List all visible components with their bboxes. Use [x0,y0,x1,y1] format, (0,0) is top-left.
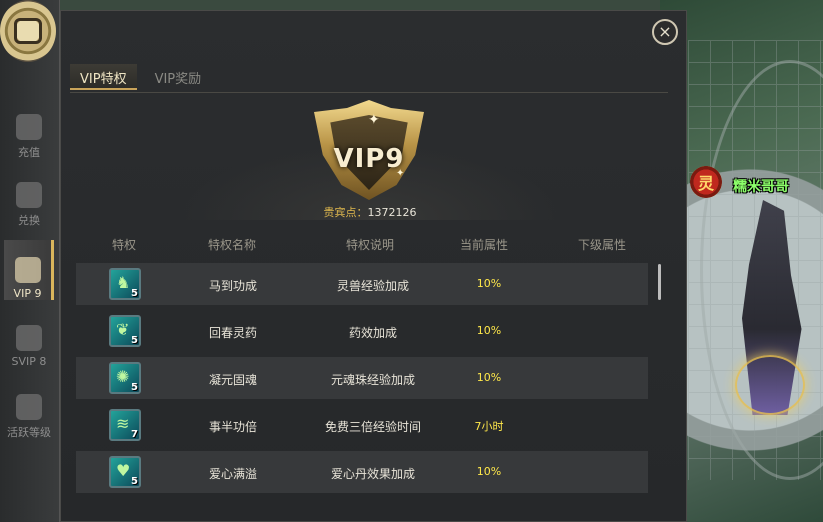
herb-icon[interactable]: ❦ 5 [109,315,141,347]
player-name: 糯米哥哥 [733,179,789,195]
left-nav-bar: 充值 兑换 VIP 9 SVIP 8 活跃等级 [0,0,60,522]
tab-divider [70,92,668,93]
nav-item-vip[interactable]: VIP 9 [4,240,54,300]
tab-vip-rewards[interactable]: VIP奖励 [145,64,212,90]
nav-item-svip[interactable]: SVIP 8 [4,308,54,368]
privilege-desc: 爱心丹效果加成 [330,467,415,481]
nav-label: 充值 [18,146,40,159]
privilege-desc: 药效加成 [348,326,397,340]
privilege-current: 10% [476,324,502,337]
table-row[interactable]: ✺ 5 凝元固魂 元魂珠经验加成 10% [76,357,648,399]
nav-label: VIP 9 [13,287,42,300]
horse-icon[interactable]: ♞ 5 [109,268,141,300]
menu-logo-icon[interactable] [0,0,56,62]
table-header: 特权 特权名称 特权说明 当前属性 下级属性 [76,234,648,254]
privilege-name: 爱心满溢 [208,467,257,481]
tab-bar: VIP特权 VIP奖励 [70,64,211,92]
svip-badge-icon [16,325,42,351]
heart-potion-icon[interactable]: ♥ 5 [109,456,141,488]
sparkle-icon: ✦ [368,112,380,128]
player-title-badge: 灵 [690,166,722,198]
nav-item-activity-level[interactable]: 活跃等级 [4,380,54,440]
privilege-current: 10% [476,465,502,478]
vip-points-value: 1372126 [367,206,417,219]
tab-vip-privileges[interactable]: VIP特权 [70,64,137,90]
wind-icon[interactable]: ≋ 7 [109,409,141,441]
header-next: 下级属性 [578,238,627,252]
table-scrollbar[interactable] [658,264,661,300]
table-row[interactable]: ≋ 7 事半功倍 免费三倍经验时间 7小时 [76,404,648,446]
vip-shield-icon [14,257,41,283]
exchange-icon [16,182,42,208]
privilege-name: 凝元固魂 [208,373,257,387]
nav-label: 活跃等级 [7,426,51,439]
table-row[interactable]: ❦ 5 回春灵药 药效加成 10% [76,310,648,352]
nav-label: SVIP 8 [11,355,47,368]
table-row[interactable]: ♞ 5 马到功成 灵兽经验加成 10% [76,263,648,305]
header-name: 特权名称 [208,238,257,252]
ingot-icon [16,114,42,140]
privilege-name: 事半功倍 [208,420,257,434]
privilege-name: 回春灵药 [208,326,257,340]
privilege-current: 10% [476,371,502,384]
privilege-current: 10% [476,277,502,290]
vip-points: 贵宾点：1372126 [300,204,440,220]
privilege-desc: 灵兽经验加成 [336,279,409,293]
privilege-current: 7小时 [474,420,504,433]
privilege-desc: 免费三倍经验时间 [324,420,421,434]
player-aura [735,355,805,415]
nav-label: 兑换 [18,214,40,227]
table-row[interactable]: ♥ 5 爱心满溢 爱心丹效果加成 10% [76,451,648,493]
swirl-icon [16,394,42,420]
header-icon: 特权 [112,238,137,252]
vip-level-text: VIP9 [333,144,405,174]
header-current: 当前属性 [460,238,509,252]
close-button[interactable]: × [652,19,678,45]
vip-points-label: 贵宾点： [323,206,368,219]
sun-orb-icon[interactable]: ✺ 5 [109,362,141,394]
nav-item-exchange[interactable]: 兑换 [4,168,54,228]
header-desc: 特权说明 [346,238,395,252]
privilege-name: 马到功成 [208,279,257,293]
privilege-desc: 元魂珠经验加成 [330,373,415,387]
nav-item-recharge[interactable]: 充值 [4,100,54,160]
sparkle-icon: ✦ [396,168,405,179]
